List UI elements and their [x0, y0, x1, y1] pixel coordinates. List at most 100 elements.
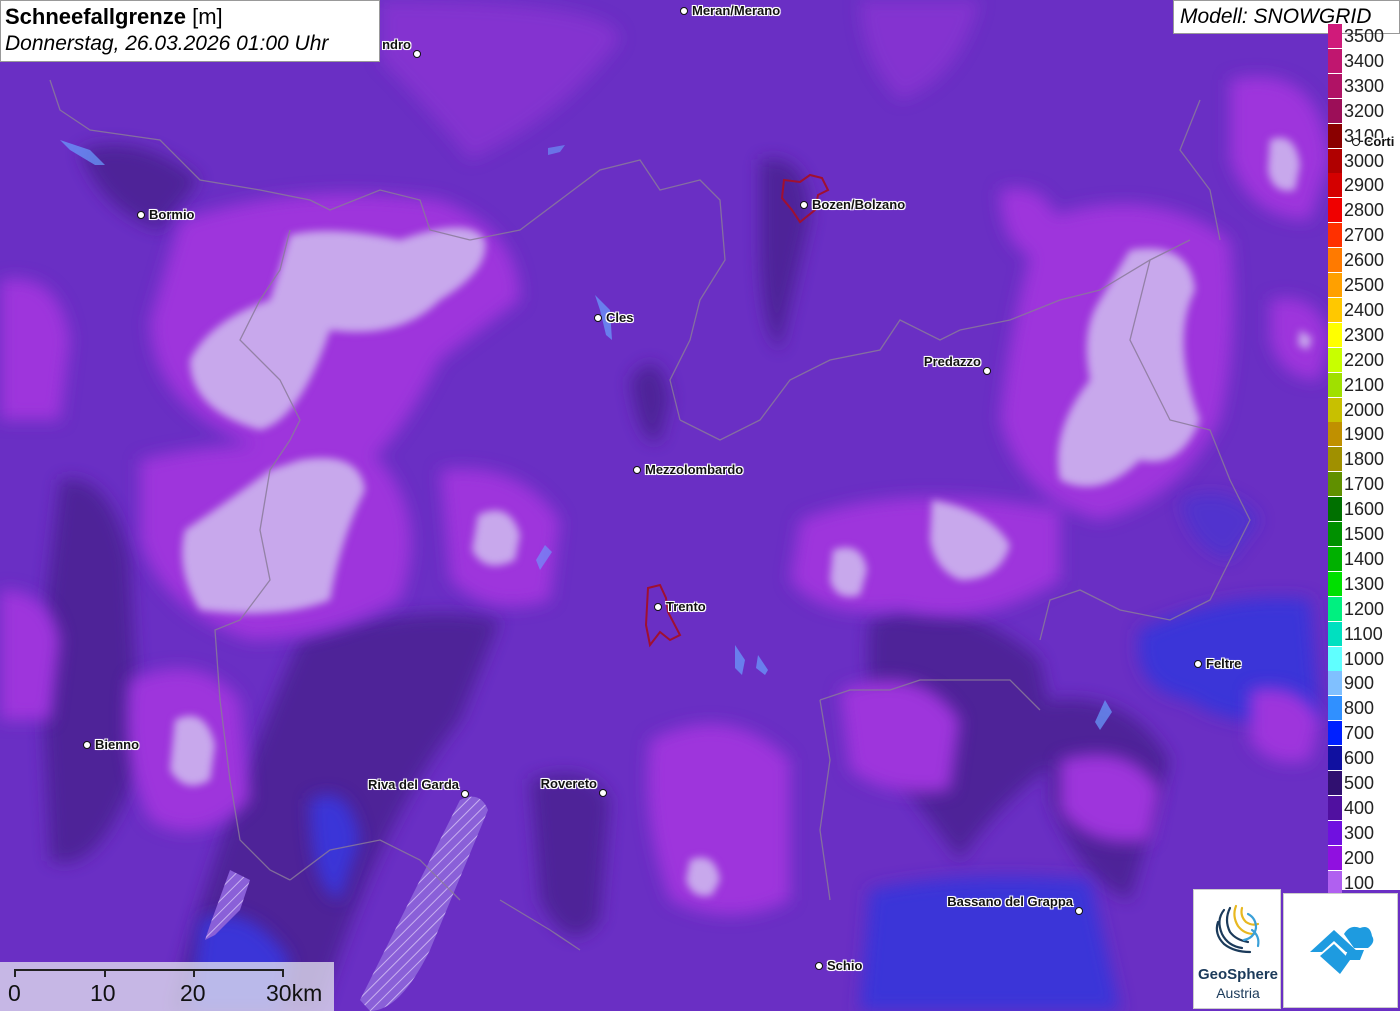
legend-row: 1700 — [1328, 472, 1400, 497]
legend-swatch — [1328, 273, 1342, 297]
city-marker — [1352, 138, 1360, 146]
legend-row: 3400 — [1328, 48, 1400, 74]
legend-swatch — [1328, 148, 1342, 173]
legend-label: 100 — [1344, 872, 1375, 893]
legend-label: 3500 — [1344, 26, 1385, 46]
city-label[interactable]: Predazzo — [924, 355, 981, 369]
legend-swatch — [1328, 98, 1342, 123]
city-label[interactable]: Meran/Merano — [692, 4, 780, 18]
legend-swatch — [1328, 223, 1342, 248]
legend-row: 1600 — [1328, 497, 1400, 522]
legend-row: 3500 — [1328, 24, 1400, 49]
city-label[interactable]: Bienno — [95, 738, 139, 752]
title-box: Schneefallgrenze [m] Donnerstag, 26.03.2… — [0, 0, 380, 62]
city-label[interactable]: Bozen/Bolzano — [812, 198, 905, 212]
legend-row: 2200 — [1328, 347, 1400, 373]
app-logo-icon — [1310, 926, 1374, 974]
legend-label: 500 — [1344, 773, 1375, 793]
legend-swatch — [1328, 646, 1342, 671]
legend-label: 1100 — [1344, 623, 1383, 644]
legend-label: 1900 — [1344, 424, 1385, 445]
city-label[interactable]: ndro — [382, 38, 411, 52]
scale-label-10: 10 — [90, 980, 116, 1006]
city-marker — [461, 790, 469, 798]
city-marker — [654, 603, 662, 611]
geosphere-logo[interactable]: GeoSphere Austria — [1193, 889, 1281, 1009]
city-label[interactable]: Trento — [666, 600, 706, 614]
legend-label: 700 — [1344, 723, 1375, 744]
legend-row: 3300 — [1328, 73, 1400, 99]
city-label[interactable]: Mezzolombardo — [645, 463, 743, 477]
legend-label: 1000 — [1344, 648, 1385, 669]
city-marker — [413, 50, 421, 58]
legend-swatch — [1328, 845, 1342, 870]
scale-label-30km: 30km — [266, 980, 323, 1006]
legend-label: 3200 — [1344, 100, 1385, 121]
city-marker — [594, 314, 602, 322]
city-label[interactable]: Rovereto — [541, 777, 597, 791]
city-marker — [1194, 660, 1202, 668]
city-marker — [633, 466, 641, 474]
scale-tick — [14, 969, 16, 977]
legend-row: 2400 — [1328, 297, 1400, 323]
legend-row: 600 — [1328, 746, 1400, 771]
legend-row: 2600 — [1328, 248, 1400, 273]
city-label[interactable]: Schio — [827, 959, 862, 973]
legend-row: 1000 — [1328, 646, 1400, 672]
legend-row: 3200 — [1328, 98, 1400, 124]
city-label[interactable]: Cles — [606, 311, 633, 325]
legend-swatch — [1328, 696, 1342, 721]
legend-label: 1300 — [1344, 573, 1385, 594]
geosphere-logo-icon — [1215, 904, 1260, 954]
legend-label: 1800 — [1344, 449, 1385, 470]
legend-swatch — [1328, 123, 1342, 148]
legend-swatch — [1328, 347, 1342, 372]
city-label[interactable]: Feltre — [1206, 657, 1241, 671]
legend-label: 3400 — [1344, 50, 1385, 71]
legend-label: 2100 — [1344, 374, 1385, 395]
legend-swatch — [1328, 771, 1342, 795]
legend-swatch — [1328, 621, 1342, 646]
city-label[interactable]: Riva del Garda — [368, 778, 459, 792]
legend-swatch — [1328, 397, 1342, 422]
legend-label: 2300 — [1344, 324, 1385, 345]
legend-row: 2100 — [1328, 372, 1400, 398]
legend-swatch — [1328, 248, 1342, 273]
legend-label: 1700 — [1344, 474, 1385, 495]
legend-swatch — [1328, 795, 1342, 820]
legend-swatch — [1328, 322, 1342, 347]
legend-row: 1900 — [1328, 422, 1400, 447]
legend-swatch — [1328, 870, 1342, 895]
city-label[interactable]: Bormio — [149, 208, 195, 222]
legend-label: 600 — [1344, 748, 1375, 769]
city-marker — [137, 211, 145, 219]
legend-label: 2900 — [1344, 175, 1385, 196]
legend-label: 1500 — [1344, 524, 1385, 544]
city-marker — [1075, 907, 1083, 915]
legend-row: 1800 — [1328, 447, 1400, 472]
snowfall-map[interactable] — [0, 0, 1400, 1011]
legend-label: 3000 — [1344, 150, 1385, 171]
title-main: Schneefallgrenze — [5, 4, 186, 29]
legend-label: 2200 — [1344, 349, 1385, 370]
city-marker — [83, 741, 91, 749]
legend-label: 1200 — [1344, 598, 1385, 619]
legend-swatch — [1328, 820, 1342, 845]
color-legend: 3500 3400 3300 3200 3100 3000 2900 2800 2700 2600… — [1328, 24, 1400, 895]
legend-row: 1100 — [1328, 621, 1400, 647]
app-logo[interactable] — [1283, 893, 1398, 1008]
city-label[interactable]: Corti — [1364, 135, 1394, 149]
legend-label: 2000 — [1344, 399, 1385, 420]
legend-row: 1300 — [1328, 571, 1400, 597]
city-label[interactable]: Bassano del Grappa — [947, 895, 1073, 909]
legend-row: 400 — [1328, 795, 1400, 821]
legend-label: 200 — [1344, 847, 1375, 868]
legend-label: 2600 — [1344, 250, 1385, 271]
legend-row: 2300 — [1328, 322, 1400, 348]
legend-swatch — [1328, 198, 1342, 223]
legend-row: 3000 — [1328, 148, 1400, 174]
legend-row: 800 — [1328, 696, 1400, 721]
legend-row: 2800 — [1328, 198, 1400, 223]
map-datetime: Donnerstag, 26.03.2026 01:00 Uhr — [5, 32, 329, 55]
legend-swatch — [1328, 173, 1342, 198]
